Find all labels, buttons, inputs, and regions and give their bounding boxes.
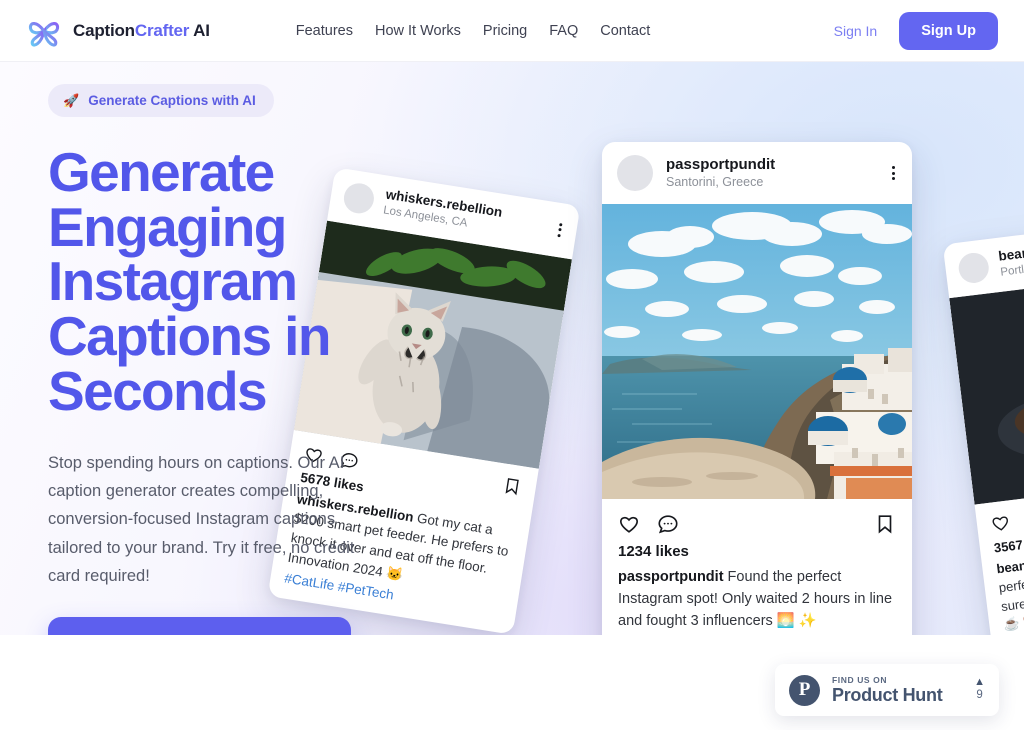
bookmark-icon[interactable] [501,475,523,497]
post-location: Santorini, Greece [666,175,764,190]
brand-part-caption: Caption [73,20,135,40]
product-hunt-text: FIND US ON Product Hunt [832,675,962,706]
brand-name: CaptionCrafter AI [73,21,210,41]
more-options-icon[interactable] [892,166,897,180]
post-caption: passportpundit Found the perfect Instagr… [618,567,896,632]
hero-subtext: Stop spending hours on captions. Our AI … [48,453,355,586]
product-hunt-title: Product Hunt [832,684,943,705]
post-identity: passportpundit Santorini, Greece [666,156,879,191]
brand-logo-group[interactable]: CaptionCrafter AI [26,13,210,49]
post-username: passportpundit [666,155,776,173]
butterfly-logo-icon [28,21,60,47]
page-title: Generate Engaging Instagram Captions in … [48,141,331,422]
brand-part-crafter: Crafter [134,20,190,40]
hero-copy-column: 🚀 Generate Captions with AI Generate Eng… [48,84,378,635]
upvote-count: 9 [976,689,983,702]
post-header: beanwhisperer Portland, OR [943,223,1024,298]
main-nav-links: Features How It Works Pricing FAQ Contac… [296,23,651,39]
post-username: beanwhisperer [997,237,1024,264]
product-hunt-eyebrow: FIND US ON [832,674,888,685]
upvote-triangle-icon: ▲ [974,676,985,689]
nav-auth-group: Sign In Sign Up [834,11,998,50]
post-likes-count: 1234 likes [618,543,689,560]
nav-link-contact[interactable]: Contact [600,23,650,39]
post-photo-santorini [602,204,912,499]
top-navigation-bar: CaptionCrafter AI Features How It Works … [0,0,1024,62]
post-identity: beanwhisperer Portland, OR [998,237,1024,280]
hero-section: 🚀 Generate Captions with AI Generate Eng… [0,62,1024,635]
post-actions [602,499,912,539]
nav-link-faq[interactable]: FAQ [549,23,578,39]
post-body: 1234 likes passportpundit Found the perf… [602,539,912,635]
product-hunt-logo-icon: P [789,674,820,706]
post-photo-coffee [949,276,1024,505]
generate-captions-badge[interactable]: 🚀 Generate Captions with AI [48,84,274,117]
start-writing-captions-button[interactable]: Start Writing Captions Free → [48,617,352,635]
sign-up-button[interactable]: Sign Up [899,11,998,50]
heart-icon[interactable] [618,513,640,535]
avatar [956,251,991,285]
sign-in-link[interactable]: Sign In [834,23,878,39]
post-header: passportpundit Santorini, Greece [602,142,912,204]
badge-label: Generate Captions with AI [88,93,256,108]
nav-link-pricing[interactable]: Pricing [483,23,527,39]
more-options-icon[interactable] [557,222,564,238]
heart-icon[interactable] [990,512,1011,533]
nav-link-features[interactable]: Features [296,23,353,39]
brand-part-ai: AI [193,20,210,40]
post-caption: beanwhisperer perfecting my pour. not su… [996,542,1024,635]
product-hunt-badge[interactable]: P FIND US ON Product Hunt ▲ 9 [775,664,999,716]
rocket-icon: 🚀 [63,93,80,108]
nav-link-how-it-works[interactable]: How It Works [375,23,461,39]
product-hunt-upvote[interactable]: ▲ 9 [974,677,985,703]
comment-icon[interactable] [657,513,679,535]
bookmark-icon[interactable] [874,513,896,535]
instagram-post-card[interactable]: beanwhisperer Portland, OR [942,222,1024,635]
caption-username: passportpundit [618,569,724,585]
instagram-post-card[interactable]: passportpundit Santorini, Greece 1234 li… [602,142,912,635]
avatar [617,155,653,191]
